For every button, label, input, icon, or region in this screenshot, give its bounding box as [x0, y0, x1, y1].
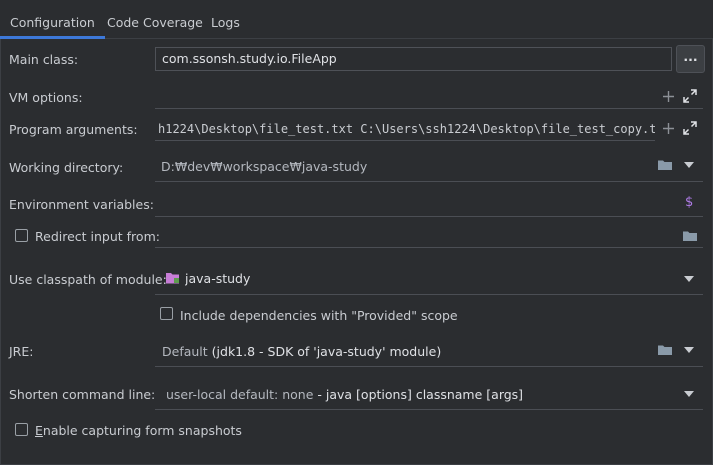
expand-icon[interactable]: [683, 121, 697, 135]
browse-main-class-button[interactable]: ...: [676, 45, 705, 73]
chevron-down-icon[interactable]: [684, 347, 694, 353]
snapshots-label-rest: nable capturing form snapshots: [42, 423, 242, 438]
chevron-down-icon[interactable]: [684, 162, 694, 168]
program-arguments-label: Program arguments:: [9, 122, 138, 137]
tab-logs[interactable]: Logs: [211, 0, 240, 38]
vm-options-field[interactable]: [155, 84, 703, 109]
shorten-command-line-label: Shorten command line:: [9, 387, 156, 402]
snapshots-label: Enable capturing form snapshots: [35, 423, 242, 438]
plus-icon[interactable]: [662, 122, 675, 135]
snapshots-checkbox[interactable]: [15, 423, 28, 436]
environment-variables-field[interactable]: [155, 192, 703, 217]
dollar-icon[interactable]: $: [685, 195, 693, 210]
working-directory-label: Working directory:: [9, 160, 124, 175]
expand-icon[interactable]: [683, 89, 697, 103]
shorten-command-line-select[interactable]: user-local default: none - java [options…: [155, 379, 703, 410]
working-directory-field[interactable]: D:₩dev₩workspace₩java-study: [155, 153, 703, 182]
tab-configuration[interactable]: Configuration: [0, 0, 105, 39]
shorten-command-line-prefix: user-local default: none: [166, 387, 314, 402]
jre-select[interactable]: Default (jdk1.8 - SDK of 'java-study' mo…: [155, 336, 703, 367]
vm-options-label: VM options:: [9, 90, 83, 105]
chevron-down-icon[interactable]: [684, 276, 694, 282]
folder-icon[interactable]: [682, 229, 698, 242]
folder-icon[interactable]: [657, 158, 673, 171]
classpath-module-value: java-study: [185, 271, 251, 286]
chevron-down-icon[interactable]: [684, 391, 694, 397]
redirect-input-checkbox[interactable]: [15, 229, 28, 242]
working-directory-value: D:₩dev₩workspace₩java-study: [161, 159, 368, 174]
jre-detail: (jdk1.8 - SDK of 'java-study' module): [211, 344, 442, 359]
module-folder-icon: [166, 273, 179, 284]
jre-label: JRE:: [9, 344, 34, 359]
jre-value: Default (jdk1.8 - SDK of 'java-study' mo…: [162, 344, 441, 359]
shorten-command-line-value: user-local default: none - java [options…: [166, 387, 523, 402]
classpath-module-label: Use classpath of module:: [9, 272, 167, 287]
main-class-label: Main class:: [9, 52, 79, 67]
redirect-input-label: Redirect input from:: [35, 229, 160, 244]
snapshots-mnemonic: E: [35, 423, 43, 438]
program-arguments-field[interactable]: h1224\Desktop\file_test.txt C:\Users\ssh…: [155, 116, 655, 141]
include-provided-checkbox[interactable]: [160, 307, 173, 320]
main-class-value: com.ssonsh.study.io.FileApp: [162, 51, 337, 66]
jre-prefix: Default: [162, 344, 212, 359]
shorten-command-line-detail: - java [options] classname [args]: [313, 387, 524, 402]
plus-icon[interactable]: [662, 90, 675, 103]
tab-code-coverage[interactable]: Code Coverage: [107, 0, 203, 38]
program-arguments-value: h1224\Desktop\file_test.txt C:\Users\ssh…: [158, 122, 655, 136]
classpath-module-select[interactable]: java-study: [155, 264, 703, 295]
redirect-input-field[interactable]: [155, 223, 703, 248]
tab-bar: Configuration Code Coverage Logs: [0, 0, 713, 39]
environment-variables-label: Environment variables:: [9, 197, 154, 212]
main-class-field[interactable]: com.ssonsh.study.io.FileApp: [155, 47, 672, 71]
include-provided-label: Include dependencies with "Provided" sco…: [180, 308, 458, 323]
folder-icon[interactable]: [657, 343, 673, 356]
